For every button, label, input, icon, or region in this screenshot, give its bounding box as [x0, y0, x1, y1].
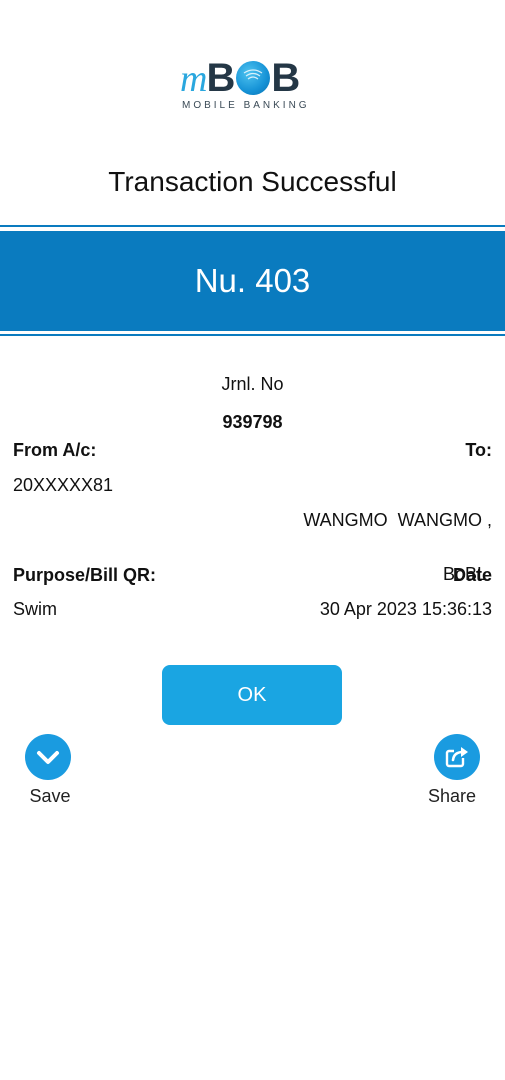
band-top-divider: [0, 225, 505, 227]
logo-letter-b: B: [206, 56, 236, 100]
to-label: To:: [465, 440, 492, 460]
date-label: Date: [452, 565, 492, 585]
from-account-value: 20XXXXX81: [13, 475, 114, 495]
amount-banner: Nu. 403: [0, 231, 505, 331]
journal-label: Jrnl. No: [221, 374, 284, 394]
logo-globe-icon: [236, 61, 271, 95]
mbob-logo: m B B MOBILE BANKING: [180, 54, 326, 116]
ok-button[interactable]: OK: [162, 665, 342, 725]
logo-letter-b-second: B: [271, 56, 301, 100]
logo-prefix: m: [180, 58, 207, 100]
purpose-label: Purpose/Bill QR:: [13, 565, 157, 585]
purpose-value: Swim: [13, 599, 57, 619]
share-icon: [445, 746, 468, 768]
save-label[interactable]: Save: [10, 786, 90, 807]
from-account-label: From A/c:: [13, 440, 97, 460]
save-button[interactable]: [25, 734, 71, 780]
share-label[interactable]: Share: [412, 786, 492, 807]
logo-tagline: MOBILE BANKING: [182, 100, 310, 111]
journal-value: 939798: [222, 412, 283, 432]
page-title: Transaction Successful: [108, 166, 397, 197]
to-value-line1: WANGMO WANGMO ,: [303, 510, 492, 530]
band-bottom-divider: [0, 334, 505, 336]
logo-wordmark: m B B: [180, 54, 300, 98]
share-button[interactable]: [434, 734, 480, 780]
date-value: 30 Apr 2023 15:36:13: [319, 599, 492, 619]
amount-text: Nu. 403: [194, 262, 311, 299]
chevron-down-icon: [37, 751, 59, 764]
